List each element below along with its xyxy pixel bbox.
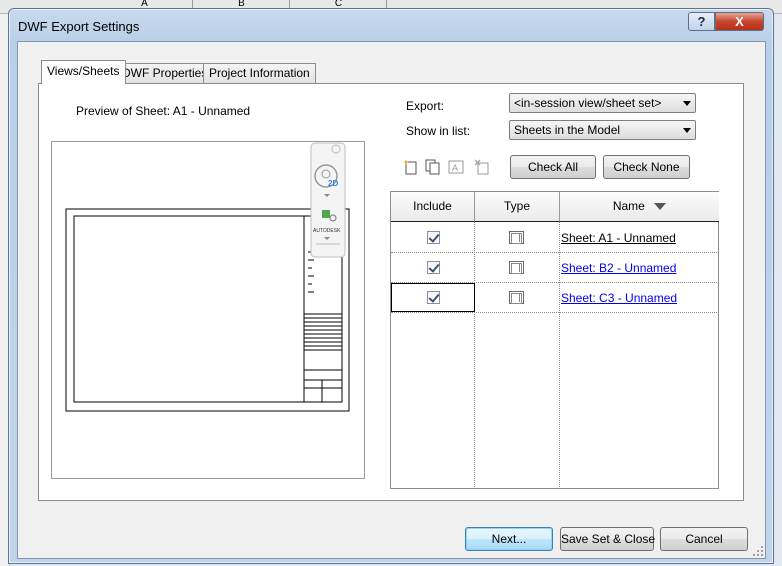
include-checkbox-b2[interactable]	[427, 261, 440, 274]
column-header-c: C	[291, 0, 387, 9]
svg-text:A: A	[452, 163, 458, 173]
dialog-client-area: Views/Sheets DWF Properties Project Info…	[17, 41, 766, 559]
close-button[interactable]: X	[715, 12, 764, 31]
next-button[interactable]: Next...	[465, 527, 553, 551]
column-header-include[interactable]: Include	[391, 192, 475, 222]
views-sheets-panel: Preview of Sheet: A1 - Unnamed 2D AUTODE…	[38, 83, 744, 501]
row-divider	[391, 312, 719, 313]
tab-dwf-properties[interactable]: DWF Properties	[116, 63, 214, 83]
show-in-list-select-value: Sheets in the Model	[514, 123, 621, 137]
export-select[interactable]: <in-session view/sheet set>	[509, 93, 696, 113]
dwf-export-dialog: DWF Export Settings ? X Views/Sheets DWF…	[8, 8, 774, 564]
preview-label: Preview of Sheet: A1 - Unnamed	[76, 104, 251, 118]
sheet-icon	[509, 261, 524, 274]
sheets-table: Include Type Name Sheet: A1 - Unnamed Sh…	[390, 191, 719, 489]
delete-set-icon[interactable]	[474, 159, 490, 175]
new-set-icon[interactable]	[403, 159, 419, 175]
row-divider	[391, 252, 719, 253]
sheet-icon	[509, 291, 524, 304]
cancel-button[interactable]: Cancel	[660, 527, 748, 551]
check-none-button[interactable]: Check None	[603, 155, 690, 179]
duplicate-set-icon[interactable]	[425, 159, 441, 175]
column-divider	[559, 222, 560, 489]
chevron-down-icon	[683, 128, 691, 133]
chevron-down-icon	[683, 101, 691, 106]
sheet-link-c3[interactable]: Sheet: C3 - Unnamed	[561, 291, 677, 305]
sheet-link-b2[interactable]: Sheet: B2 - Unnamed	[561, 261, 676, 275]
sheet-icon	[509, 231, 524, 244]
sheet-preview[interactable]: 2D AUTODESK	[51, 141, 365, 479]
tab-views-sheets[interactable]: Views/Sheets	[41, 60, 126, 84]
column-header-name[interactable]: Name	[560, 192, 719, 222]
svg-text:AUTODESK: AUTODESK	[313, 228, 341, 234]
sheet-preview-drawing: 2D AUTODESK	[65, 142, 350, 412]
column-divider	[474, 222, 475, 489]
sheet-link-a1[interactable]: Sheet: A1 - Unnamed	[561, 231, 676, 245]
include-checkbox-a1[interactable]	[427, 231, 440, 244]
resize-grip-icon[interactable]	[752, 545, 764, 557]
include-checkbox-c3[interactable]	[427, 291, 440, 304]
sort-descending-icon	[654, 203, 667, 211]
navigation-bar[interactable]: 2D AUTODESK	[310, 142, 346, 258]
export-select-value: <in-session view/sheet set>	[514, 96, 662, 110]
show-in-list-label: Show in list:	[406, 124, 471, 138]
column-header-b: B	[194, 0, 290, 9]
window-title: DWF Export Settings	[18, 19, 140, 34]
show-in-list-select[interactable]: Sheets in the Model	[509, 120, 696, 140]
svg-text:2D: 2D	[328, 179, 338, 188]
column-header-a: A	[97, 0, 193, 9]
help-button[interactable]: ?	[688, 12, 715, 31]
check-all-button[interactable]: Check All	[510, 155, 596, 179]
rename-set-icon[interactable]: A	[448, 159, 464, 175]
save-set-close-button[interactable]: Save Set & Close	[560, 527, 655, 551]
column-header-name-label: Name	[612, 199, 645, 213]
column-header-type[interactable]: Type	[475, 192, 560, 222]
tab-project-information[interactable]: Project Information	[203, 63, 316, 83]
export-label: Export:	[406, 99, 445, 113]
